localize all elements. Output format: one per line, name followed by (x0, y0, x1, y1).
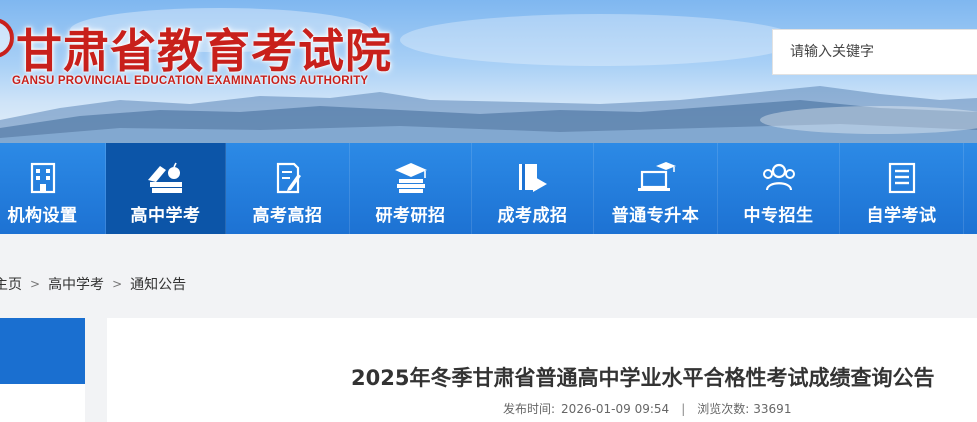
sidebar-header (0, 318, 85, 384)
people-icon (762, 163, 795, 191)
nav-label: 高中学考 (130, 206, 201, 226)
breadcrumb-high-school-exam[interactable]: 高中学考 (48, 274, 104, 294)
search-input[interactable] (773, 30, 977, 74)
search-box (772, 29, 977, 75)
header-banner: 甘肃省教育考试院 GANSU PROVINCIAL EDUCATION EXAM… (0, 0, 977, 143)
article-title: 2025年冬季甘肃省普通高中学业水平合格性考试成绩查询公告 (351, 366, 935, 390)
nav-item-organization[interactable]: 机构设置 (0, 143, 106, 234)
book-arrow-icon (518, 164, 547, 192)
books-apple-icon (147, 162, 182, 193)
nav-item-adult-exam[interactable]: 成考成招 (472, 143, 594, 234)
views-label: 浏览次数: (697, 402, 750, 416)
publish-time: 2026-01-09 09:54 (561, 401, 670, 416)
building-icon (30, 162, 55, 194)
breadcrumb-notice[interactable]: 通知公告 (130, 274, 186, 294)
site-title: 甘肃省教育考试院 (16, 24, 392, 78)
nav-label: 成考成招 (497, 206, 568, 226)
nav-item-gaokao[interactable]: 高考高招 (226, 143, 350, 234)
views-count: 33691 (753, 401, 792, 416)
nav-label: 研考研招 (375, 206, 446, 226)
list-document-icon (888, 162, 915, 194)
nav-label: 高考高招 (252, 206, 323, 226)
breadcrumb-separator: > (112, 277, 123, 291)
laptop-graduation-icon (637, 162, 676, 191)
breadcrumb-separator: > (30, 277, 41, 291)
article-panel: 2025年冬季甘肃省普通高中学业水平合格性考试成绩查询公告 发布时间: 2026… (107, 318, 977, 422)
graduation-books-icon (394, 163, 427, 193)
nav-item-self-study[interactable]: 自学考试 (840, 143, 964, 234)
breadcrumb: 主页 > 高中学考 > 通知公告 (0, 272, 186, 296)
nav-label: 机构设置 (7, 206, 78, 226)
nav-label: 中专招生 (743, 206, 814, 226)
main-nav: 机构设置 高中学考 高考高招 研考研招 成考成招 普通专升本 中专招生 自学考试 (0, 143, 977, 234)
nav-label: 普通专升本 (611, 206, 700, 226)
nav-item-upgrade-bachelor[interactable]: 普通专升本 (594, 143, 718, 234)
nav-item-high-school-exam[interactable]: 高中学考 (106, 143, 226, 234)
publish-label: 发布时间: (503, 402, 556, 416)
article-meta: 发布时间: 2026-01-09 09:54 | 浏览次数: 33691 (503, 400, 791, 417)
document-pen-icon (276, 162, 301, 194)
nav-item-postgraduate[interactable]: 研考研招 (350, 143, 472, 234)
breadcrumb-home[interactable]: 主页 (0, 274, 22, 294)
meta-divider: | (681, 401, 686, 416)
nav-item-vocational[interactable]: 中专招生 (718, 143, 840, 234)
site-subtitle: GANSU PROVINCIAL EDUCATION EXAMINATIONS … (12, 75, 369, 87)
nav-label: 自学考试 (866, 206, 937, 226)
